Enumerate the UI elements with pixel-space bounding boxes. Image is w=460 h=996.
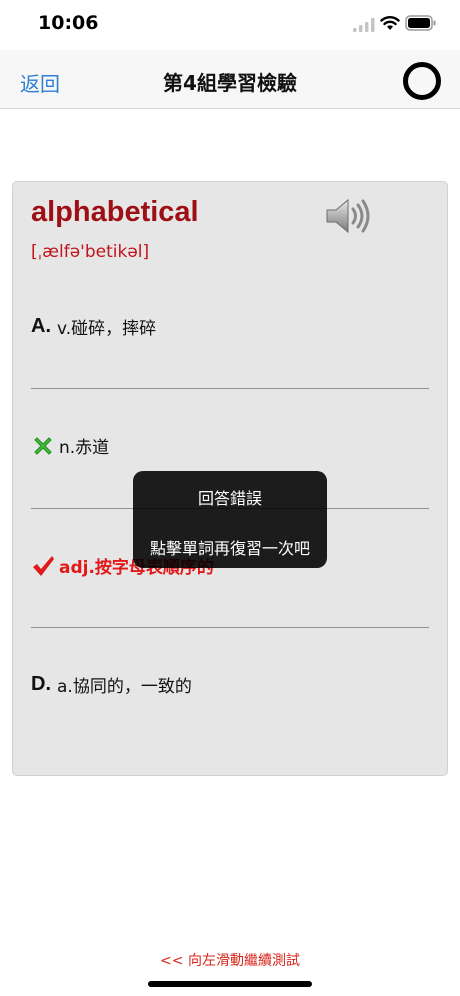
home-indicator[interactable] — [148, 981, 312, 987]
option-a[interactable]: A. v.碰碎，摔碎 — [31, 306, 429, 366]
swipe-hint[interactable]: << 向左滑動繼續測試 — [0, 950, 460, 970]
circle-icon[interactable] — [403, 62, 441, 100]
wifi-icon — [380, 16, 400, 30]
option-text: a.協同的，一致的 — [57, 677, 192, 697]
battery-icon — [405, 15, 436, 31]
cross-icon — [34, 436, 52, 455]
phonetic-text: [ˌælfə'betikəl] — [31, 242, 150, 262]
option-a-content: A. v.碰碎，摔碎 — [31, 314, 156, 339]
vocab-word[interactable]: alphabetical — [31, 196, 199, 229]
toast-title: 回答錯誤 — [197, 489, 262, 508]
speaker-icon[interactable] — [323, 196, 373, 236]
option-letter: A. — [31, 315, 51, 337]
quiz-screen: 10:06 返回 第4組學習檢驗 alphabetical [ˌælfə'bet… — [0, 0, 460, 996]
divider — [31, 627, 429, 628]
page-title: 第4組學習檢驗 — [163, 71, 297, 95]
option-d-content: D. a.協同的，一致的 — [31, 672, 192, 697]
status-time: 10:06 — [38, 12, 99, 34]
option-text: v.碰碎，摔碎 — [57, 319, 157, 339]
feedback-toast: 回答錯誤 點擊單詞再復習一次吧 — [133, 471, 327, 568]
option-letter: D. — [31, 673, 51, 695]
option-d[interactable]: D. a.協同的，一致的 — [31, 664, 429, 724]
check-icon — [33, 555, 54, 576]
option-b-content: n.赤道 — [31, 433, 109, 458]
option-text: n.赤道 — [59, 438, 110, 458]
navigation-bar: 返回 第4組學習檢驗 — [0, 50, 460, 109]
divider — [31, 388, 429, 389]
status-bar: 10:06 — [0, 0, 460, 50]
signal-icon — [353, 18, 375, 32]
toast-message: 點擊單詞再復習一次吧 — [149, 539, 310, 558]
